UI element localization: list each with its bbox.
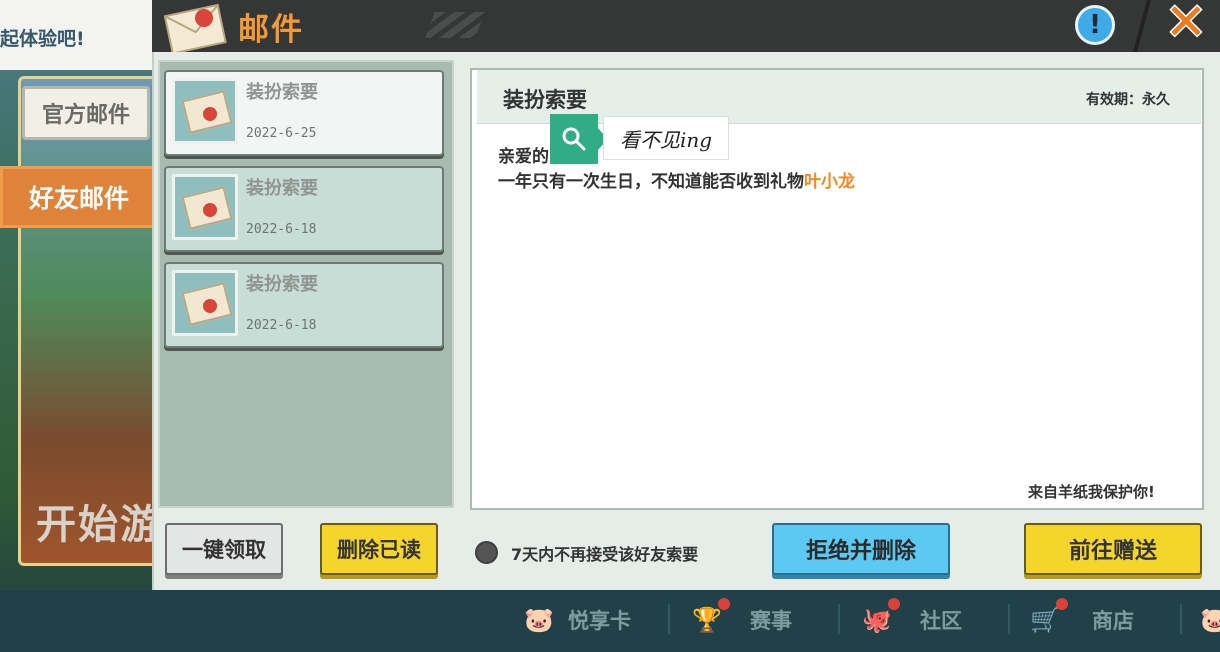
- pig-card-icon: 🐷: [524, 606, 554, 634]
- titlebar-decoration: [425, 12, 485, 38]
- seal-icon: [203, 107, 217, 121]
- mail-item-date: 2022-6-25: [246, 126, 317, 141]
- mail-item-title: 装扮索要: [246, 82, 318, 103]
- watermark-icon-box: [550, 114, 598, 164]
- exclamation-icon: !: [1089, 10, 1101, 40]
- watermark-text: 看不见ing: [603, 116, 729, 160]
- go-gift-button[interactable]: 前往赠送: [1024, 523, 1202, 575]
- close-x-icon: ✕: [1165, 0, 1207, 51]
- info-button[interactable]: !: [1075, 5, 1115, 45]
- mail-list-item[interactable]: 装扮索要 2022-6-18: [164, 262, 444, 348]
- mail-list-item[interactable]: 装扮索要 2022-6-18: [164, 166, 444, 252]
- seal-icon: [203, 203, 217, 217]
- nav-item-events[interactable]: 🏆 赛事: [688, 598, 792, 640]
- more-icon: 🐷: [1200, 606, 1220, 634]
- trophy-icon: 🏆: [688, 598, 730, 638]
- mail-item-date: 2022-6-18: [246, 222, 317, 237]
- mail-item-date: 2022-6-18: [246, 318, 317, 333]
- tab-friend-mail[interactable]: 好友邮件: [0, 166, 158, 228]
- nav-divider: [838, 604, 840, 634]
- seal-icon: [203, 299, 217, 313]
- nav-label: 赛事: [750, 609, 792, 633]
- claim-all-button[interactable]: 一键领取: [165, 523, 283, 575]
- background-start-text: 开始游: [36, 502, 162, 548]
- nav-divider: [1008, 604, 1010, 634]
- nav-item-shop[interactable]: 🛒 商店: [1026, 598, 1134, 640]
- mail-body-line: 一年只有一次生日，不知道能否收到礼物叶小龙: [498, 167, 855, 192]
- close-button[interactable]: ✕: [1160, 0, 1212, 50]
- mail-validity: 有效期：永久: [1086, 92, 1170, 108]
- notification-dot: [1056, 598, 1068, 610]
- mail-greeting: 亲爱的: [498, 147, 549, 167]
- tab-official-mail[interactable]: 官方邮件: [22, 86, 150, 140]
- nav-label: 社区: [920, 609, 962, 633]
- mail-content-title: 装扮索要: [503, 88, 587, 112]
- mail-list-item[interactable]: 装扮索要 2022-6-25: [164, 70, 444, 156]
- mail-body-text: 一年只有一次生日，不知道能否收到礼物: [498, 172, 804, 192]
- nav-label: 悦享卡: [568, 609, 631, 633]
- nav-item-community[interactable]: 🐙 社区: [858, 598, 962, 640]
- dialog-titlebar: [152, 0, 1220, 52]
- delete-read-button[interactable]: 删除已读: [320, 523, 438, 575]
- search-icon: [562, 127, 586, 151]
- cart-icon: 🛒: [1026, 598, 1068, 638]
- mail-envelope-icon: [163, 3, 227, 52]
- mail-thumbnail: [172, 270, 238, 336]
- nav-divider: [1180, 604, 1182, 634]
- refuse-option-label: 7天内不再接受该好友索要: [511, 545, 699, 564]
- nav-divider: [668, 604, 670, 634]
- refuse-option-radio[interactable]: [475, 541, 498, 564]
- community-icon: 🐙: [858, 598, 900, 638]
- nav-label: 商店: [1092, 609, 1134, 633]
- sender-name: 叶小龙: [804, 172, 855, 192]
- mail-thumbnail: [172, 78, 238, 144]
- mail-item-title: 装扮索要: [246, 274, 318, 295]
- nav-item-card[interactable]: 🐷 悦享卡: [520, 600, 631, 640]
- notification-dot: [718, 598, 730, 610]
- mail-signature: 来自羊纸我保护你!: [1028, 483, 1155, 501]
- nav-item-more[interactable]: 🐷: [1196, 600, 1220, 640]
- reject-delete-button[interactable]: 拒绝并删除: [772, 523, 950, 575]
- dialog-title: 邮件: [238, 12, 304, 48]
- mail-thumbnail: [172, 174, 238, 240]
- background-top-text: 起体验吧!: [0, 28, 85, 50]
- notification-dot: [888, 598, 900, 610]
- mail-item-title: 装扮索要: [246, 178, 318, 199]
